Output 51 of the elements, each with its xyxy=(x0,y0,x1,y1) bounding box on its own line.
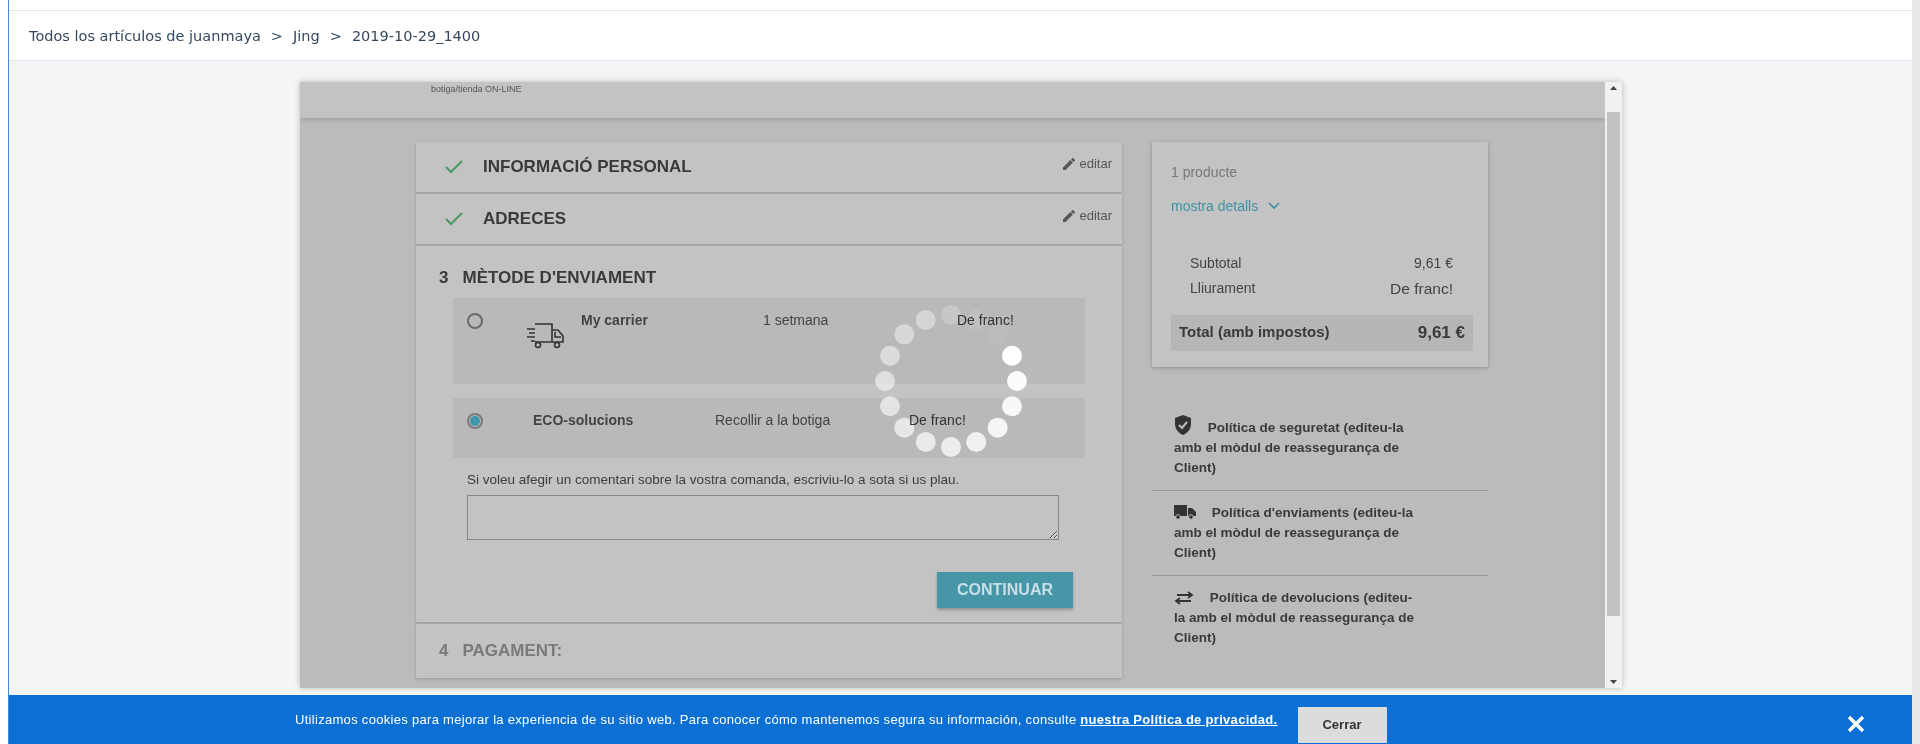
policy-text: Política de devolucions (editeu-la amb el mòdul de reassegurança de Client) xyxy=(1174,589,1416,647)
radio-button[interactable] xyxy=(467,313,483,329)
shield-icon xyxy=(1174,415,1192,435)
privacy-policy-link[interactable]: nuestra Política de privacidad. xyxy=(1080,712,1278,727)
edit-link[interactable]: editar xyxy=(1063,208,1112,223)
total-label: Total (amb impostos) xyxy=(1179,323,1330,342)
breadcrumb-separator: > xyxy=(329,27,342,44)
summary-label: Lliurament xyxy=(1190,280,1256,298)
step-number: 4 xyxy=(439,641,449,661)
step-title: INFORMACIÓ PERSONAL xyxy=(483,157,692,177)
loading-spinner-icon xyxy=(873,303,1029,459)
logo-tagline: botiga/tienda ON-LINE xyxy=(431,84,522,95)
radio-button[interactable] xyxy=(467,413,483,429)
cookie-message: Utilizamos cookies para mejorar la experiencia de su sitio web. Para conocer cómo mantenemos segura su información, consulte nuestra Política de privacidad. xyxy=(295,712,1278,727)
summary-label: Subtotal xyxy=(1190,255,1242,273)
policy-text: Política d'enviaments (editeu-la amb el mòdul de reassegurança de Client) xyxy=(1174,503,1414,562)
breadcrumb-separator: > xyxy=(270,27,283,44)
summary-value: De franc! xyxy=(1390,280,1453,299)
step-title: PAGAMENT: xyxy=(462,641,563,661)
step-title: MÈTODE D'ENVIAMENT xyxy=(462,268,657,288)
scrollbar[interactable] xyxy=(1605,82,1622,688)
check-icon xyxy=(445,160,463,174)
carrier-price: De franc! xyxy=(957,312,1014,328)
close-button[interactable]: Cerrar xyxy=(1297,706,1387,743)
step-title: ADRECES xyxy=(483,209,567,229)
swap-arrows-icon xyxy=(1174,591,1194,605)
carrier-price: De franc! xyxy=(909,412,966,428)
carrier-name: ECO-solucions xyxy=(533,412,635,428)
truck-icon xyxy=(525,320,565,350)
carrier-option[interactable]: My carrier 1 setmana De franc! xyxy=(453,298,1085,384)
truck-icon xyxy=(1174,504,1196,520)
comment-label: Si voleu afegir un comentari sobre la vostra comanda, escriviu-lo a sota si us plau. xyxy=(467,472,961,487)
pencil-icon xyxy=(1063,209,1076,222)
product-count: 1 producte xyxy=(1171,164,1239,180)
policy-text: Política de seguretat (editeu-la amb el mòdul de reassegurança de Client) xyxy=(1174,415,1418,478)
breadcrumb-link[interactable]: 2019-10-29_1400 xyxy=(351,27,481,44)
breadcrumb-link[interactable]: Jing xyxy=(293,27,320,44)
carrier-delay: Recollir a la botiga xyxy=(715,412,832,428)
total-value: 9,61 € xyxy=(1417,323,1465,343)
breadcrumb-link[interactable]: Todos los artículos de juanmaya xyxy=(29,27,261,44)
step-number: 3 xyxy=(439,268,449,288)
comment-field[interactable] xyxy=(467,495,1059,540)
edit-link[interactable]: editar xyxy=(1063,156,1112,171)
close-icon[interactable] xyxy=(1847,714,1865,733)
summary-value: 9,61 € xyxy=(1414,255,1453,273)
check-icon xyxy=(445,212,463,226)
carrier-delay: 1 setmana xyxy=(763,312,830,328)
pencil-icon xyxy=(1063,157,1076,170)
chevron-down-icon xyxy=(1268,202,1281,210)
carrier-option[interactable]: ECO-solucions Recollir a la botiga De franc! xyxy=(453,398,1085,458)
carrier-name: My carrier xyxy=(581,312,649,328)
